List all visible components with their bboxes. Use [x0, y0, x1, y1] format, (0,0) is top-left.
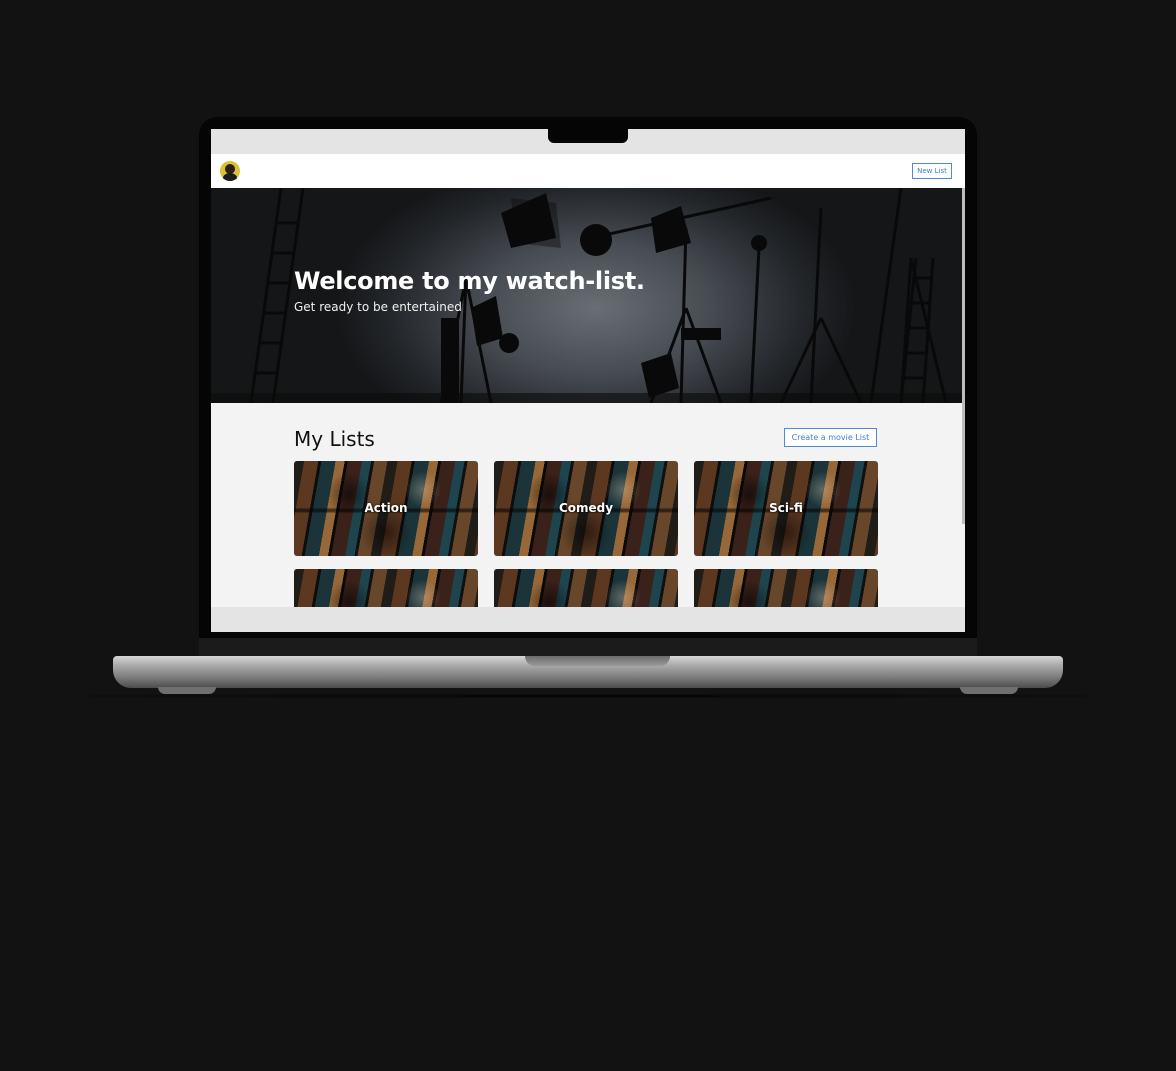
laptop-foot-right — [960, 687, 1018, 694]
hero-banner: Welcome to my watch-list. Get ready to b… — [211, 188, 962, 403]
laptop-shadow — [90, 694, 1086, 698]
list-card-comedy[interactable]: Comedy — [494, 461, 678, 556]
new-list-button[interactable]: New List — [912, 163, 952, 179]
list-card-label: Action — [364, 501, 408, 515]
my-lists-title: My Lists — [294, 427, 375, 451]
hero-title: Welcome to my watch-list. — [294, 267, 645, 295]
avatar[interactable] — [220, 161, 240, 181]
laptop-chin — [199, 638, 977, 656]
list-card-label: Sci-fi — [769, 501, 803, 515]
laptop-base-notch — [525, 656, 670, 666]
navbar: New List — [211, 154, 965, 188]
list-card-sci-fi[interactable]: Sci-fi — [694, 461, 878, 556]
list-card-label: Comedy — [558, 501, 614, 515]
laptop-screen: New List Welcome to my watch-list. Get r… — [211, 129, 965, 632]
laptop-foot-left — [158, 687, 216, 694]
laptop-mockup: New List Welcome to my watch-list. Get r… — [0, 0, 1176, 1071]
list-card-action[interactable]: Action — [294, 461, 478, 556]
hero-subtitle: Get ready to be entertained — [294, 300, 462, 314]
studio-equipment-image — [211, 188, 962, 403]
camera-notch — [548, 129, 628, 143]
avatar-body-icon — [223, 173, 237, 181]
browser-bottom-bar — [211, 607, 965, 632]
create-movie-list-button[interactable]: Create a movie List — [784, 428, 877, 447]
scrollbar[interactable] — [962, 188, 965, 524]
